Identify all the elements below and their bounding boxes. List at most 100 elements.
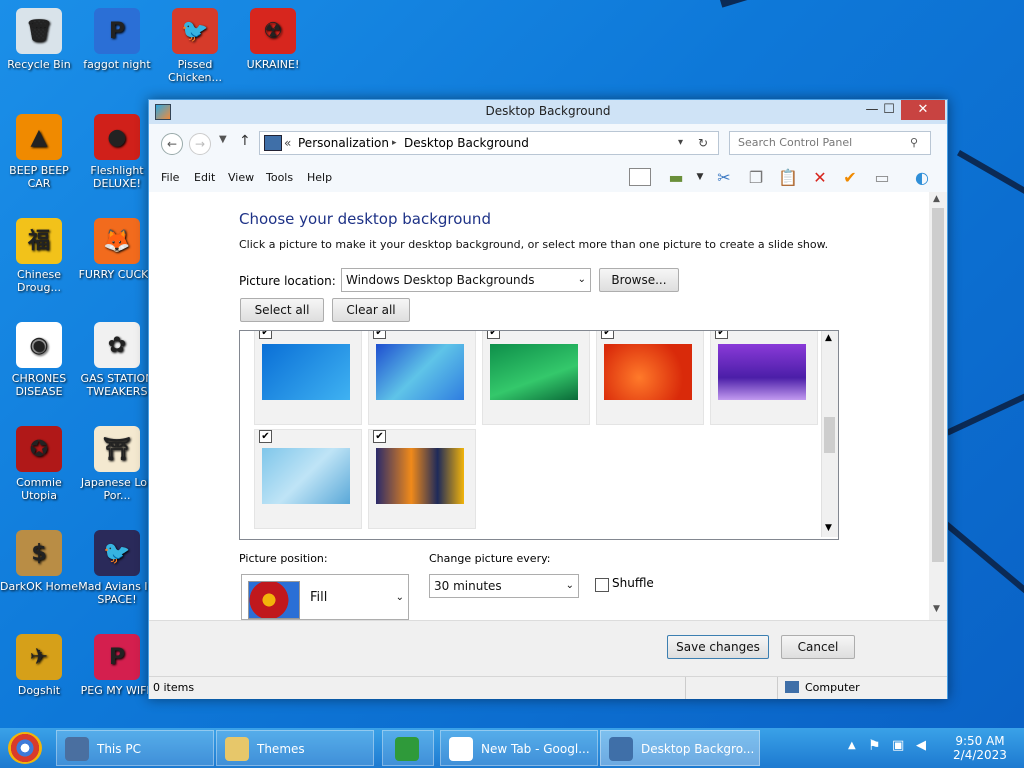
taskbar-button[interactable]: Themes	[216, 730, 374, 766]
tray-expand-icon[interactable]: ▲	[848, 740, 856, 751]
desktop-icon[interactable]: 🐦 Mad Avians IN SPACE!	[78, 530, 156, 606]
cancel-button[interactable]: Cancel	[781, 635, 855, 659]
chevron-down-icon: ⌄	[395, 592, 404, 603]
desktop-icon[interactable]: Pfaggot night	[78, 8, 156, 71]
status-divider	[685, 677, 686, 699]
action-center-flag-icon[interactable]: ⚑	[868, 738, 881, 754]
desktop-icon[interactable]: ✈ Dogshit	[0, 634, 78, 697]
save-changes-button[interactable]: Save changes	[667, 635, 769, 659]
wallpaper-thumbnail[interactable]: ✔	[710, 331, 818, 425]
forward-icon[interactable]: →	[189, 133, 211, 155]
menu-view[interactable]: View	[228, 171, 254, 184]
maximize-button[interactable]: ☐	[874, 100, 904, 120]
desktop-icon[interactable]: P PEG MY WIFE	[78, 634, 156, 697]
thumbnail-checkbox[interactable]: ✔	[487, 331, 500, 339]
search-icon[interactable]: ⚲	[910, 132, 918, 154]
change-every-select[interactable]: 30 minutes ⌄	[429, 574, 579, 598]
wallpaper-image[interactable]	[604, 344, 692, 400]
desktop-icon[interactable]: ◉ CHRONES DISEASE	[0, 322, 78, 398]
picture-position-select[interactable]: Fill ⌄	[241, 574, 409, 620]
up-arrow-icon[interactable]: ↑	[239, 133, 251, 149]
grid-scrollbar[interactable]: ▲ ▼	[821, 331, 838, 537]
desktop-icon[interactable]: ⛩ Japanese Loli Por...	[78, 426, 156, 502]
breadcrumb-root[interactable]: «	[284, 132, 291, 154]
start-button[interactable]	[8, 732, 42, 764]
checkmark-icon[interactable]: ✔	[839, 166, 861, 188]
thumbnail-checkbox[interactable]: ✔	[715, 331, 728, 339]
taskbar-button[interactable]: This PC	[56, 730, 214, 766]
scroll-thumb[interactable]	[932, 208, 944, 562]
content-scrollbar[interactable]: ▲ ▼	[929, 192, 947, 620]
thumbnail-checkbox[interactable]: ✔	[601, 331, 614, 339]
taskbar-button[interactable]: Desktop Backgro...	[600, 730, 760, 766]
clock[interactable]: 9:50 AM 2/4/2023	[950, 734, 1010, 762]
layout-pane-icon[interactable]	[629, 166, 651, 188]
desktop-icon[interactable]: ▲ BEEP BEEP CAR	[0, 114, 78, 190]
select-all-button[interactable]: Select all	[240, 298, 324, 322]
wallpaper-image[interactable]	[376, 344, 464, 400]
thumbnail-checkbox[interactable]: ✔	[259, 331, 272, 339]
thumbnail-checkbox[interactable]: ✔	[373, 430, 386, 443]
scroll-up-icon[interactable]: ▲	[825, 333, 832, 343]
taskbar-button[interactable]: New Tab - Googl...	[440, 730, 598, 766]
wallpaper-image[interactable]	[490, 344, 578, 400]
address-box[interactable]: « Personalization ▸ Desktop Background ▾…	[259, 131, 719, 155]
back-icon[interactable]: ←	[161, 133, 183, 155]
recent-pages-chevron-icon[interactable]: ▼	[219, 134, 227, 145]
folder-icon[interactable]: ▬	[665, 166, 687, 188]
wallpaper-thumbnail[interactable]: ✔	[368, 429, 476, 529]
desktop-icon[interactable]: ● Fleshlight DELUXE!	[78, 114, 156, 190]
desktop-icon[interactable]: ✿ GAS STATION TWEAKERS	[78, 322, 156, 398]
breadcrumb-personalization[interactable]: Personalization	[298, 132, 389, 154]
browse-button[interactable]: Browse...	[599, 268, 679, 292]
shuffle-checkbox[interactable]	[595, 578, 609, 592]
close-button[interactable]: ✕	[901, 100, 945, 120]
folder-dropdown-icon[interactable]: ▼	[689, 166, 711, 188]
thumbnail-checkbox[interactable]: ✔	[373, 331, 386, 339]
desktop-icon[interactable]: $ DarkOK Home	[0, 530, 78, 593]
breadcrumb-separator[interactable]: ▸	[392, 132, 397, 154]
scroll-thumb[interactable]	[824, 417, 835, 453]
scroll-down-icon[interactable]: ▼	[933, 604, 940, 614]
wallpaper-image[interactable]	[718, 344, 806, 400]
desktop-icon[interactable]: 福 Chinese Droug...	[0, 218, 78, 294]
wallpaper-thumbnail[interactable]: ✔	[482, 331, 590, 425]
menu-help[interactable]: Help	[307, 171, 332, 184]
wallpaper-thumbnail[interactable]: ✔	[368, 331, 476, 425]
wallpaper-image[interactable]	[262, 344, 350, 400]
delete-icon[interactable]: ✕	[809, 166, 831, 188]
breadcrumb-desktop-background[interactable]: Desktop Background	[404, 132, 529, 154]
wallpaper-image[interactable]	[262, 448, 350, 504]
paste-icon[interactable]: 📋	[777, 166, 799, 188]
wallpaper-thumbnail[interactable]: ✔	[254, 331, 362, 425]
address-dropdown-icon[interactable]: ▾	[678, 132, 683, 154]
scroll-up-icon[interactable]: ▲	[933, 194, 940, 204]
desktop-icon[interactable]: ✪ Commie Utopia	[0, 426, 78, 502]
volume-icon[interactable]: ◀	[916, 738, 926, 753]
desktop-icon[interactable]: ☢ UKRAINE!	[234, 8, 312, 71]
wallpaper-image[interactable]	[376, 448, 464, 504]
desktop-icon[interactable]: 🐦 Pissed Chicken...	[156, 8, 234, 84]
globe-icon[interactable]: ◐	[911, 166, 933, 188]
scroll-down-icon[interactable]: ▼	[825, 523, 832, 533]
menu-edit[interactable]: Edit	[194, 171, 215, 184]
network-icon[interactable]: ▣	[892, 738, 904, 753]
wallpaper-thumbnail[interactable]: ✔	[596, 331, 704, 425]
desktop-icon-label: Recycle Bin	[7, 58, 71, 71]
refresh-icon[interactable]: ↻	[698, 132, 708, 154]
clear-all-button[interactable]: Clear all	[332, 298, 410, 322]
menu-tools[interactable]: Tools	[266, 171, 293, 184]
menu-file[interactable]: File	[161, 171, 179, 184]
cut-icon[interactable]: ✂	[713, 166, 735, 188]
taskbar-button[interactable]	[382, 730, 434, 766]
search-input[interactable]: Search Control Panel ⚲	[729, 131, 931, 155]
title-bar[interactable]: Desktop Background — ☐ ✕	[149, 100, 947, 124]
money-bag-icon: $	[16, 530, 62, 576]
desktop-icon[interactable]: 🗑 Recycle Bin	[0, 8, 78, 71]
copy-icon[interactable]: ❐	[745, 166, 767, 188]
thumbnail-checkbox[interactable]: ✔	[259, 430, 272, 443]
properties-icon[interactable]: ▭	[871, 166, 893, 188]
desktop-icon[interactable]: 🦊 FURRY CUCKS	[78, 218, 156, 281]
wallpaper-thumbnail[interactable]: ✔	[254, 429, 362, 529]
picture-location-select[interactable]: Windows Desktop Backgrounds ⌄	[341, 268, 591, 292]
